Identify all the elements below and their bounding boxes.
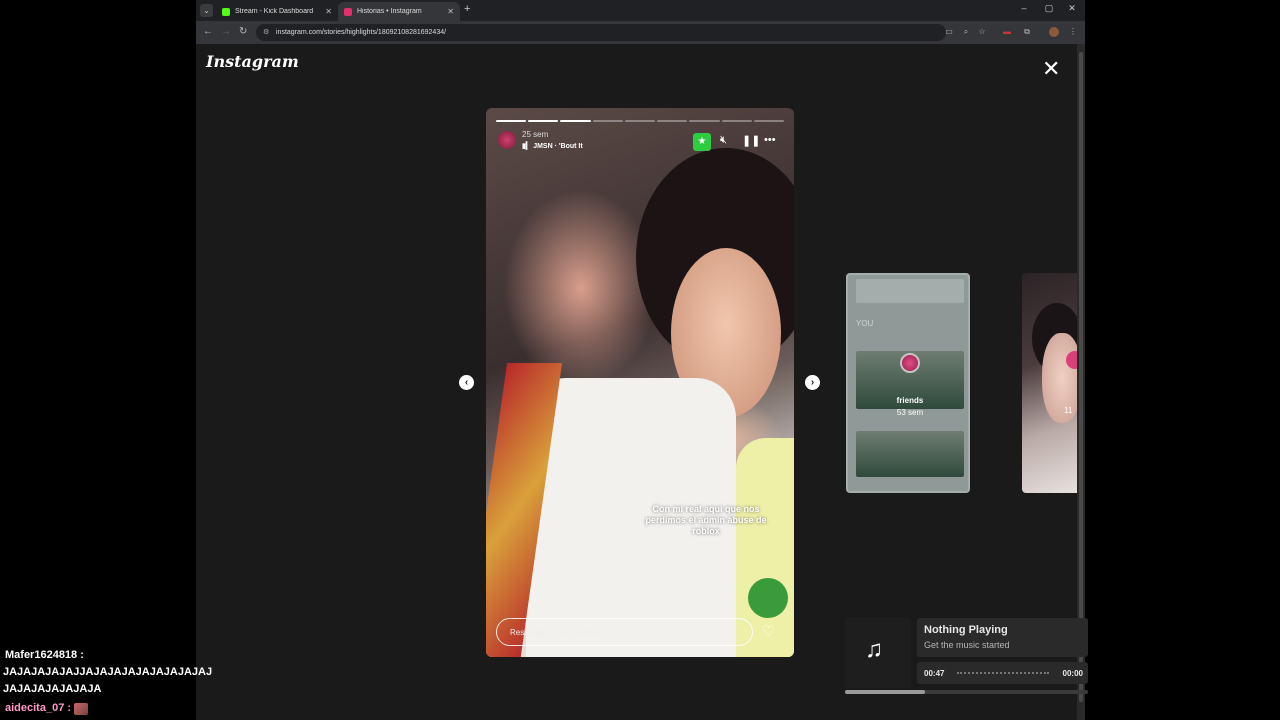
chat-message-line: JAJAJAJAJAJJAJAJAJAJAJAJAJAJAJ — [3, 666, 213, 678]
scrollbar-thumb[interactable] — [1079, 52, 1083, 702]
music-progress — [845, 690, 1088, 694]
story-caption: Con mi real aqui que nos perdimos el adm… — [645, 504, 767, 536]
progress-segment — [689, 120, 720, 122]
preview-overlay-text: YOU — [856, 319, 874, 328]
highlight-avatar — [900, 353, 920, 373]
music-progress-fill — [845, 690, 926, 694]
highlight-time-ago: 53 sem — [896, 408, 924, 417]
install-app-icon[interactable]: ▭ — [944, 27, 954, 37]
window-close-icon[interactable]: ✕ — [1065, 3, 1079, 14]
progress-segment — [592, 120, 623, 122]
story-song-text: JMSN · 'Bout It — [533, 143, 583, 150]
highlight-2-time-ago: 11 — [1064, 406, 1073, 415]
music-track-dots — [957, 672, 1049, 674]
screen: ⌄ Stream - Kick Dashboard ✕ Historias • … — [0, 0, 1280, 720]
progress-segment — [560, 120, 591, 122]
new-tab-icon[interactable]: + — [464, 3, 470, 15]
tab-kick-dashboard[interactable]: Stream - Kick Dashboard ✕ — [216, 2, 338, 21]
next-story-button[interactable]: › — [805, 375, 820, 390]
address-bar: ← → ↻ ⚙ instagram.com/stories/highlights… — [196, 21, 1085, 44]
url-text: instagram.com/stories/highlights/1809210… — [276, 29, 447, 36]
extension-icon[interactable]: ▬ — [1002, 27, 1012, 37]
forward-icon[interactable]: → — [221, 26, 231, 37]
story-progress-bar — [496, 120, 784, 122]
minimize-icon[interactable]: – — [1017, 3, 1031, 13]
progress-segment — [624, 120, 656, 122]
preview-photo-bottom — [856, 431, 964, 477]
tab-instagram[interactable]: Historias • Instagram ✕ — [338, 2, 460, 21]
highlight-name: friends — [896, 396, 924, 405]
story-music-label[interactable]: ▮▎ JMSN · 'Bout It — [522, 142, 583, 150]
progress-segment — [657, 120, 688, 122]
progress-segment — [496, 120, 527, 122]
more-options-icon[interactable]: ••• — [764, 134, 776, 146]
tab-search-icon[interactable]: ⌄ — [200, 4, 213, 17]
tab-close-icon[interactable]: ✕ — [325, 7, 332, 16]
instagram-logo[interactable]: Instagram — [206, 52, 299, 71]
tab-close-icon[interactable]: ✕ — [447, 7, 454, 16]
preview2-avatar — [1066, 351, 1077, 369]
previous-story-button[interactable]: ‹ — [459, 375, 474, 390]
bookmark-star-icon[interactable]: ☆ — [977, 27, 987, 37]
chat-emote-icon — [74, 703, 88, 715]
music-bars-icon: ▮▎ — [522, 143, 532, 150]
site-info-icon[interactable]: ⚙ — [263, 24, 269, 41]
chat-username: aidecita_07 : — [5, 702, 72, 714]
progress-segment — [528, 120, 559, 122]
tab-title: Stream - Kick Dashboard — [235, 8, 314, 15]
album-art: ♫ — [845, 618, 911, 688]
music-elapsed: 00:47 — [924, 669, 945, 678]
music-widget: ♫ Nothing Playing Get the music started … — [845, 618, 1088, 696]
tab-title: Historias • Instagram — [357, 8, 422, 15]
story-author-avatar[interactable] — [498, 131, 516, 149]
music-subtitle: Get the music started — [924, 640, 1010, 650]
url-field[interactable]: ⚙ instagram.com/stories/highlights/18092… — [256, 24, 946, 41]
story-photo-green-print — [748, 578, 788, 618]
music-time-bar: 00:47 00:00 — [917, 662, 1088, 684]
music-remaining: 00:00 — [1062, 669, 1083, 678]
music-title: Nothing Playing — [924, 624, 1008, 636]
next-highlight-preview[interactable]: YOU friends 53 sem — [846, 273, 970, 493]
instagram-favicon-icon — [344, 7, 352, 16]
chat-username: Mafer1624818 : — [5, 649, 84, 661]
music-info-panel: Nothing Playing Get the music started — [917, 618, 1088, 657]
kick-favicon-icon — [222, 7, 230, 16]
next-highlight-preview-2[interactable]: 11 — [1022, 273, 1077, 493]
reload-icon[interactable]: ↻ — [239, 26, 247, 37]
profile-avatar-icon[interactable] — [1049, 27, 1059, 37]
zoom-icon[interactable]: ⌕ — [961, 27, 971, 37]
browser-window: ⌄ Stream - Kick Dashboard ✕ Historias • … — [196, 0, 1085, 720]
mute-icon[interactable]: 🔇︎ — [720, 134, 727, 147]
maximize-icon[interactable]: ▢ — [1042, 3, 1056, 14]
tab-bar: ⌄ Stream - Kick Dashboard ✕ Historias • … — [196, 0, 1085, 21]
progress-segment — [721, 120, 752, 122]
music-note-icon: ♫ — [865, 636, 883, 663]
close-story-icon[interactable]: ✕ — [1042, 56, 1060, 82]
like-heart-icon[interactable]: ♡ — [762, 622, 775, 640]
chat-message-line: JAJAJAJAJAJAJA — [3, 683, 102, 695]
reply-input[interactable] — [496, 618, 753, 646]
menu-dots-icon[interactable]: ⋮ — [1068, 27, 1078, 37]
back-icon[interactable]: ← — [203, 26, 213, 37]
story-time-ago: 25 sem — [522, 130, 549, 139]
pause-icon[interactable]: ❚❚ — [742, 134, 760, 147]
progress-segment — [753, 120, 784, 122]
extensions-puzzle-icon[interactable]: ⧉ — [1022, 27, 1032, 37]
close-friends-star-icon[interactable]: ★ — [693, 133, 711, 151]
story-viewer[interactable]: 25 sem ▮▎ JMSN · 'Bout It ★ 🔇︎ ❚❚ ••• Co… — [486, 108, 794, 657]
preview-header — [856, 279, 964, 303]
